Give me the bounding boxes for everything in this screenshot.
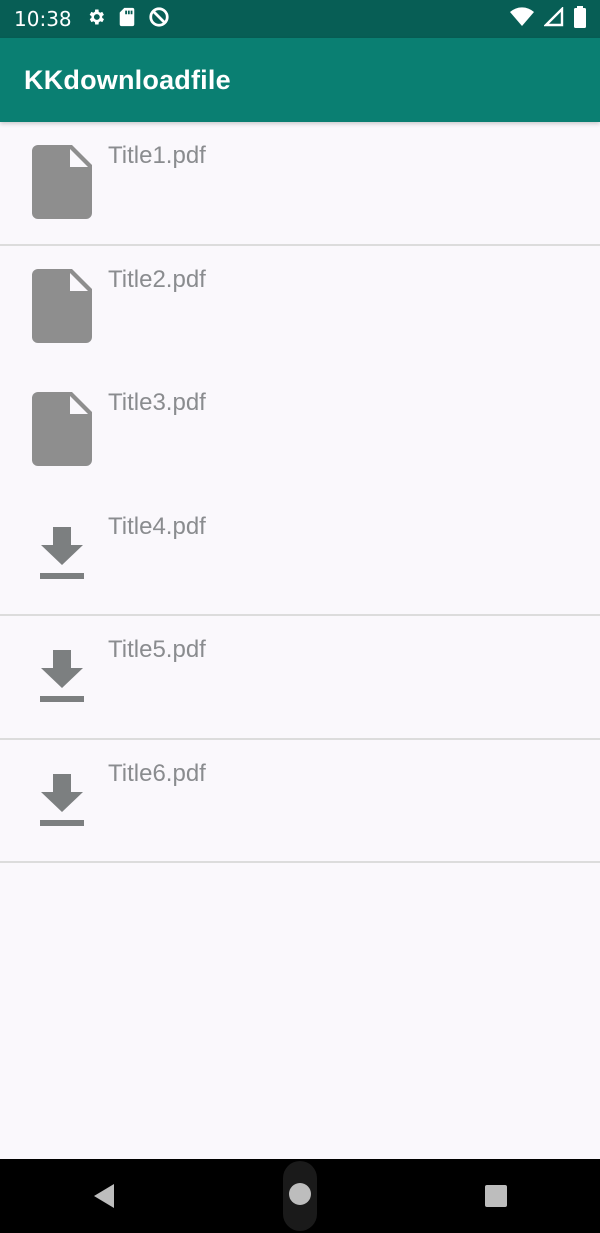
file-title: Title3.pdf	[108, 389, 206, 416]
wifi-icon	[510, 7, 534, 31]
home-button[interactable]	[282, 1161, 317, 1231]
file-icon	[28, 266, 96, 346]
back-icon[interactable]	[74, 1166, 134, 1226]
file-title: Title1.pdf	[108, 142, 206, 169]
download-icon[interactable]	[28, 760, 96, 840]
file-row-2[interactable]: Title2.pdf	[0, 246, 600, 370]
file-row-6[interactable]: Title6.pdf	[0, 740, 600, 863]
status-bar: 10:38	[0, 0, 600, 38]
home-icon	[288, 1182, 312, 1210]
gear-icon	[86, 7, 106, 31]
download-icon[interactable]	[28, 513, 96, 593]
file-title: Title6.pdf	[108, 759, 206, 787]
recents-icon[interactable]	[466, 1166, 526, 1226]
file-row-3[interactable]: Title3.pdf	[0, 369, 600, 493]
app-bar: KKdownloadfile	[0, 38, 600, 122]
file-row-4[interactable]: Title4.pdf	[0, 493, 600, 616]
file-icon	[28, 389, 96, 469]
file-row-1[interactable]: Title1.pdf	[0, 122, 600, 246]
battery-icon	[574, 6, 586, 32]
do-not-disturb-icon	[148, 6, 170, 32]
file-title: Title4.pdf	[108, 512, 206, 540]
file-title: Title5.pdf	[108, 636, 206, 663]
app-title: KKdownloadfile	[24, 64, 231, 95]
navigation-bar	[0, 1159, 600, 1233]
file-list: Title1.pdf Title2.pdf Title3.pdf Title4.…	[0, 122, 600, 863]
signal-icon	[543, 6, 564, 31]
sd-card-icon	[118, 7, 136, 31]
status-time: 10:38	[14, 7, 72, 31]
download-icon[interactable]	[28, 636, 96, 716]
file-title: Title2.pdf	[108, 265, 206, 293]
file-icon	[28, 142, 96, 222]
file-row-5[interactable]: Title5.pdf	[0, 616, 600, 740]
